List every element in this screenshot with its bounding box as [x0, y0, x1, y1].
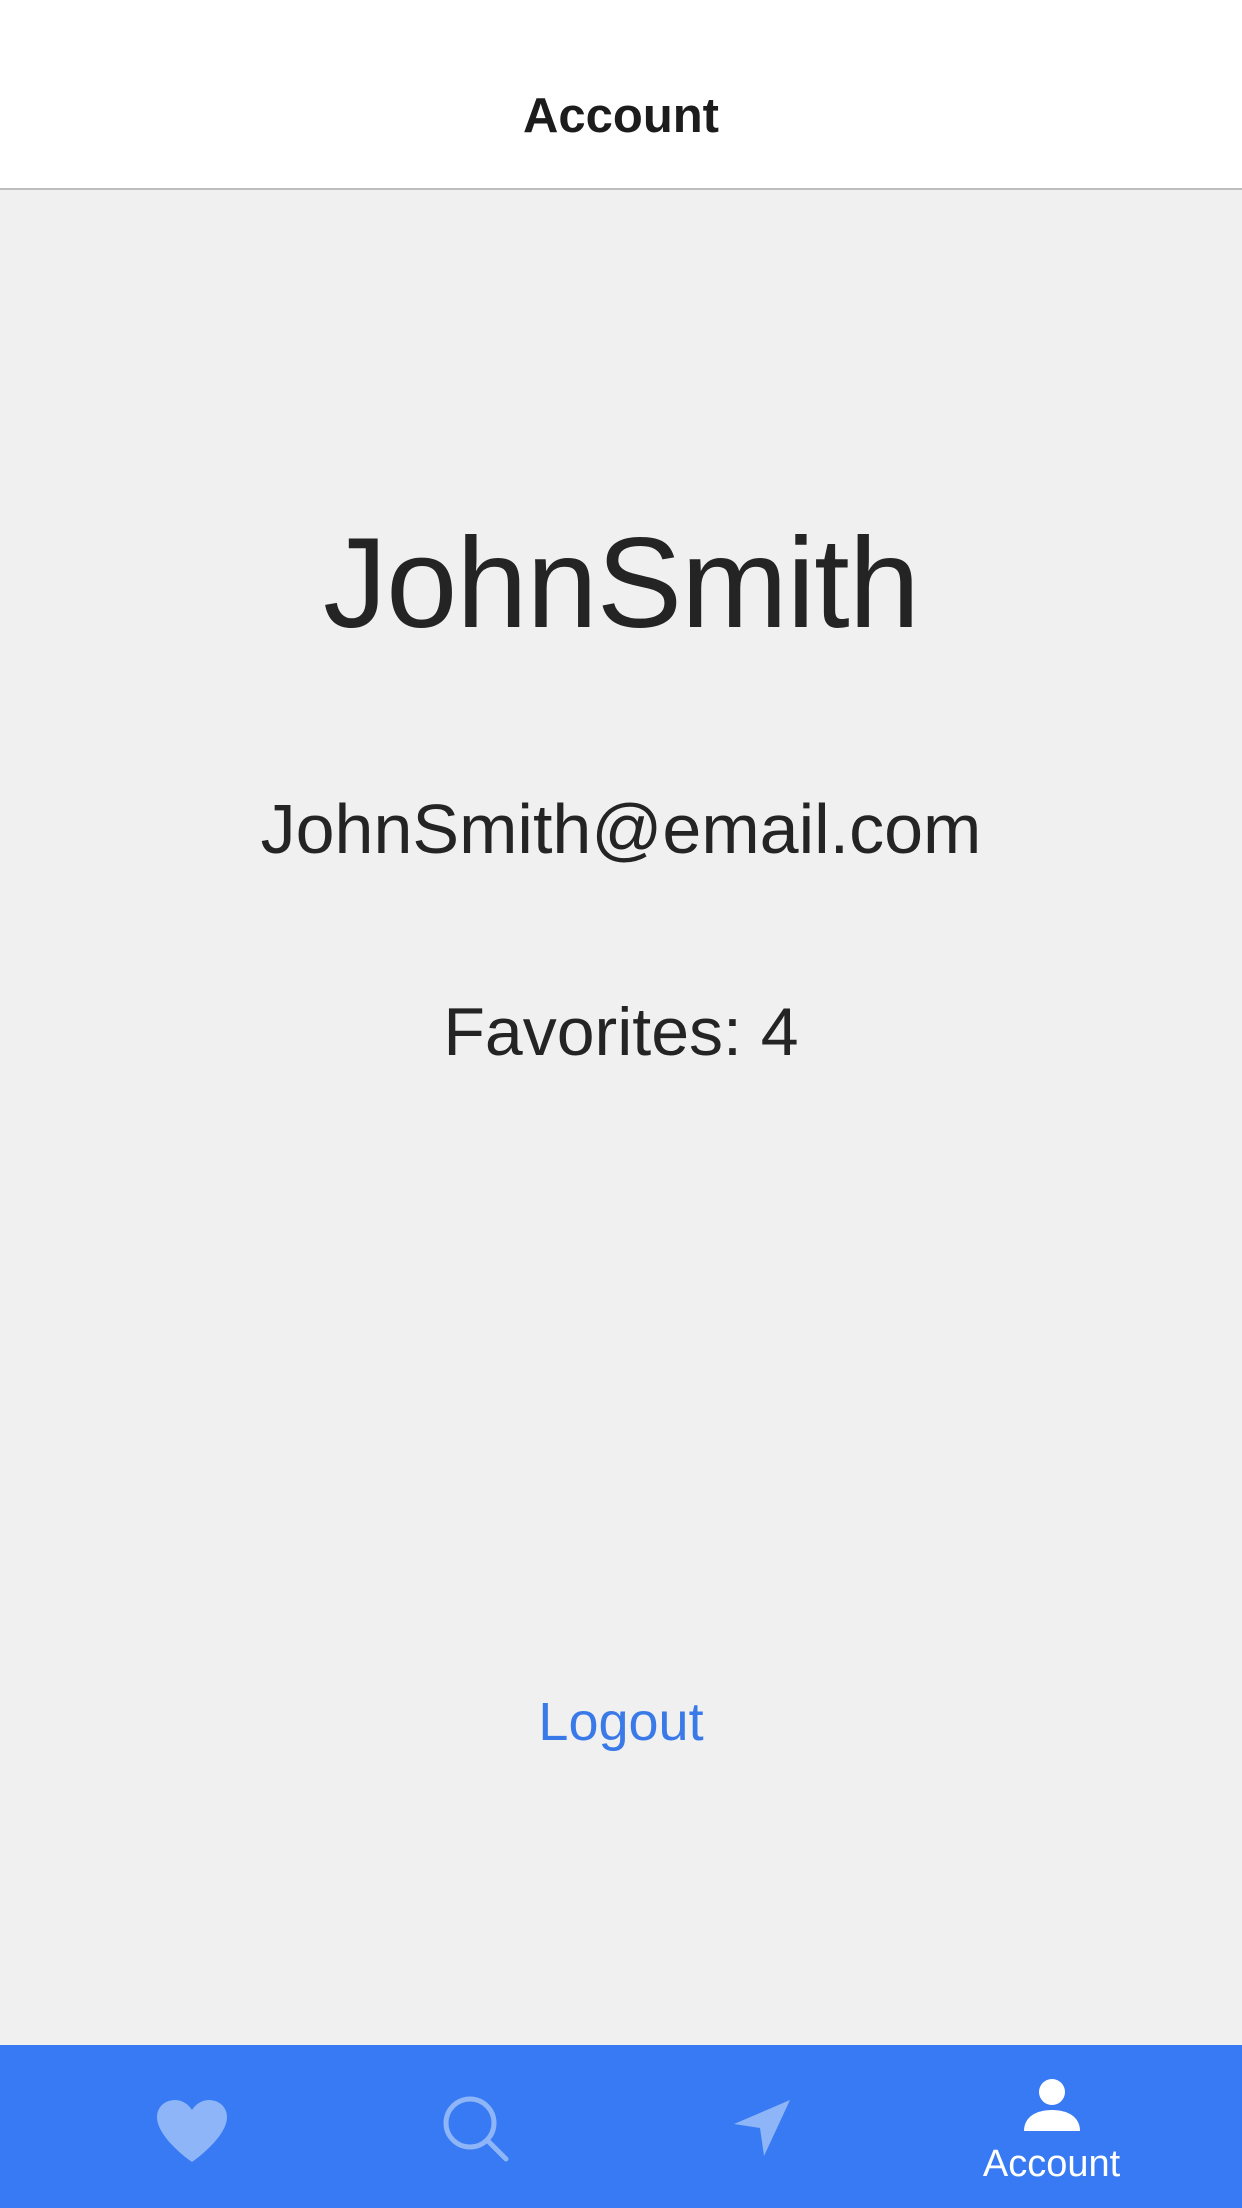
- tab-search[interactable]: [334, 2045, 619, 2208]
- username: JohnSmith: [323, 512, 920, 655]
- person-icon: [1024, 2079, 1080, 2131]
- logout-button[interactable]: Logout: [471, 1682, 771, 1762]
- search-icon: [443, 2096, 509, 2162]
- favorites-count: Favorites: 4: [443, 994, 799, 1070]
- email-address: JohnSmith@email.com: [260, 790, 982, 868]
- tab-favorites[interactable]: [49, 2045, 334, 2208]
- account-content: JohnSmith JohnSmith@email.com Favorites:…: [0, 190, 1242, 2045]
- tab-account-label: Account: [982, 2143, 1121, 2185]
- heart-icon: [157, 2100, 227, 2162]
- page-title: Account: [523, 89, 719, 143]
- location-arrow-icon: [734, 2100, 790, 2156]
- tab-bar: Account: [0, 2045, 1242, 2208]
- tab-account[interactable]: Account: [909, 2045, 1194, 2208]
- navigation-bar: Account: [0, 0, 1242, 190]
- tab-nearby[interactable]: [619, 2045, 904, 2208]
